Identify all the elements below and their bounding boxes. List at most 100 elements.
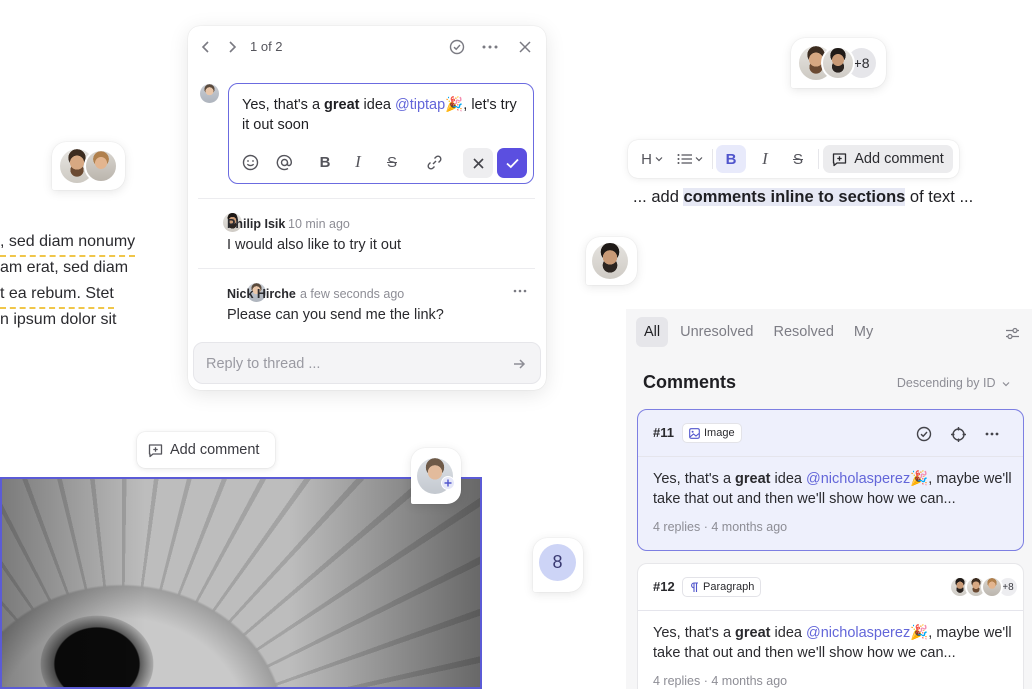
comment-count-marker[interactable]: 8 [533,538,583,592]
plus-icon [441,476,455,490]
comment-id: #11 [653,425,674,440]
sentence-text: of text ... [905,188,974,206]
list-dropdown[interactable] [672,145,708,173]
add-comment-label: Add comment [854,151,944,167]
selected-image[interactable] [0,477,482,689]
add-comment-button[interactable]: Add comment [137,432,275,468]
add-comment-label: Add comment [170,442,260,458]
reply-count[interactable]: 4 replies [653,520,700,534]
chevron-right-icon[interactable] [222,38,242,56]
preview-text: idea [770,471,806,487]
comment-time: 4 months ago [711,674,788,688]
preview-text: Yes, that's a [653,625,736,641]
sort-dropdown[interactable]: Descending by ID [897,376,1010,390]
sentence-text: ... add [633,188,684,206]
editor-text: Yes, that's a [242,97,325,113]
add-comment-marker[interactable] [411,448,461,504]
tab-resolved[interactable]: Resolved [765,317,841,347]
comment-id: #12 [653,579,675,594]
editor-bold-text: great [324,97,360,113]
add-comment-button[interactable]: Add comment [823,145,953,173]
bold-icon[interactable]: B [311,148,339,176]
comment-author: Philip Isik [227,217,286,231]
mention-icon[interactable] [270,148,298,176]
filter-settings-icon[interactable] [1002,325,1022,341]
thread-pager: 1 of 2 [250,39,283,54]
tab-all[interactable]: All [636,317,669,347]
more-icon[interactable] [480,37,500,57]
italic-icon[interactable]: I [344,148,372,176]
preview-bold: great [735,471,771,487]
thread-marker[interactable]: +8 [791,38,886,88]
close-icon [472,157,484,169]
resolve-icon[interactable] [913,423,935,445]
node-type-label: Paragraph [703,581,755,593]
image-icon [689,427,700,439]
avatar [981,576,1003,598]
more-icon[interactable] [510,283,530,299]
thread-header: 1 of 2 [188,26,546,68]
avatar [84,149,118,183]
reply-box[interactable] [193,342,541,384]
comment-time: 4 months ago [711,520,788,534]
strikethrough-button[interactable]: S [783,145,813,173]
emoji: 🎉 [910,471,929,487]
mention[interactable]: @tiptap [395,97,445,113]
thread-marker[interactable] [52,142,125,190]
node-type-badge: Paragraph [682,577,762,597]
list-icon [677,154,692,164]
comment-card[interactable]: #12 Paragraph +8 Yes, that's a great ide… [637,563,1024,689]
panel-title: Comments [643,372,737,392]
card-divider [638,456,1023,457]
emoji-icon[interactable] [236,148,264,176]
italic-button[interactable]: I [750,145,780,173]
comment-count: 8 [539,544,576,581]
chevron-left-icon[interactable] [196,38,216,56]
mention[interactable]: @nicholasperez [806,625,910,641]
text-line: am erat, sed diam [0,259,129,276]
formatting-toolbar: H B I S Add comment [628,140,959,178]
divider [198,198,535,199]
editor-text: idea [359,97,395,113]
chevron-down-icon [695,157,703,162]
tab-unresolved[interactable]: Unresolved [672,317,761,347]
tab-my[interactable]: My [846,317,881,347]
participants-stack: +8 [949,576,1019,598]
close-icon[interactable] [515,37,535,57]
comment-editor[interactable]: Yes, that's a great idea @tiptap🎉, let's… [228,83,534,184]
comment-preview: Yes, that's a great idea @nicholasperez🎉… [653,623,1013,663]
submit-button[interactable] [497,148,527,178]
comment-meta: 4 replies · 4 months ago [653,520,788,534]
thread-marker[interactable] [586,237,637,285]
strikethrough-icon[interactable]: S [378,148,406,176]
check-icon [505,158,519,168]
avatar [200,84,219,103]
comment-card[interactable]: #11 Image Yes, that's a great idea @nich… [637,409,1024,551]
heading-dropdown[interactable]: H [634,145,670,173]
reply-input[interactable] [206,353,496,375]
comment-body: Please can you send me the link? [227,307,444,323]
comment-time: 10 min ago [288,217,350,231]
send-arrow-icon[interactable] [510,355,528,373]
resolve-icon[interactable] [447,37,467,57]
cancel-button[interactable] [463,148,493,178]
more-icon[interactable] [981,423,1003,445]
avatar [592,243,628,279]
thread-popover: 1 of 2 Yes, that's a great idea @tiptap🎉… [188,26,546,390]
card-divider [638,610,1023,611]
editor-content[interactable]: Yes, that's a great idea @tiptap🎉, let's… [242,95,522,135]
reply-count[interactable]: 4 replies [653,674,700,688]
emoji: 🎉 [445,97,464,113]
crosshair-icon[interactable] [947,423,969,445]
mention[interactable]: @nicholasperez [806,471,910,487]
chevron-down-icon [1002,382,1010,387]
avatar [821,46,855,80]
text-line: n ipsum dolor sit [0,311,117,328]
bold-button[interactable]: B [716,145,746,173]
inline-sentence: ... add comments inline to sections of t… [633,188,973,207]
toolbar-divider [818,149,819,169]
node-type-label: Image [704,427,735,439]
emoji: 🎉 [910,625,929,641]
highlighted-text[interactable]: comments inline to sections [683,188,906,206]
link-icon[interactable] [420,148,448,176]
